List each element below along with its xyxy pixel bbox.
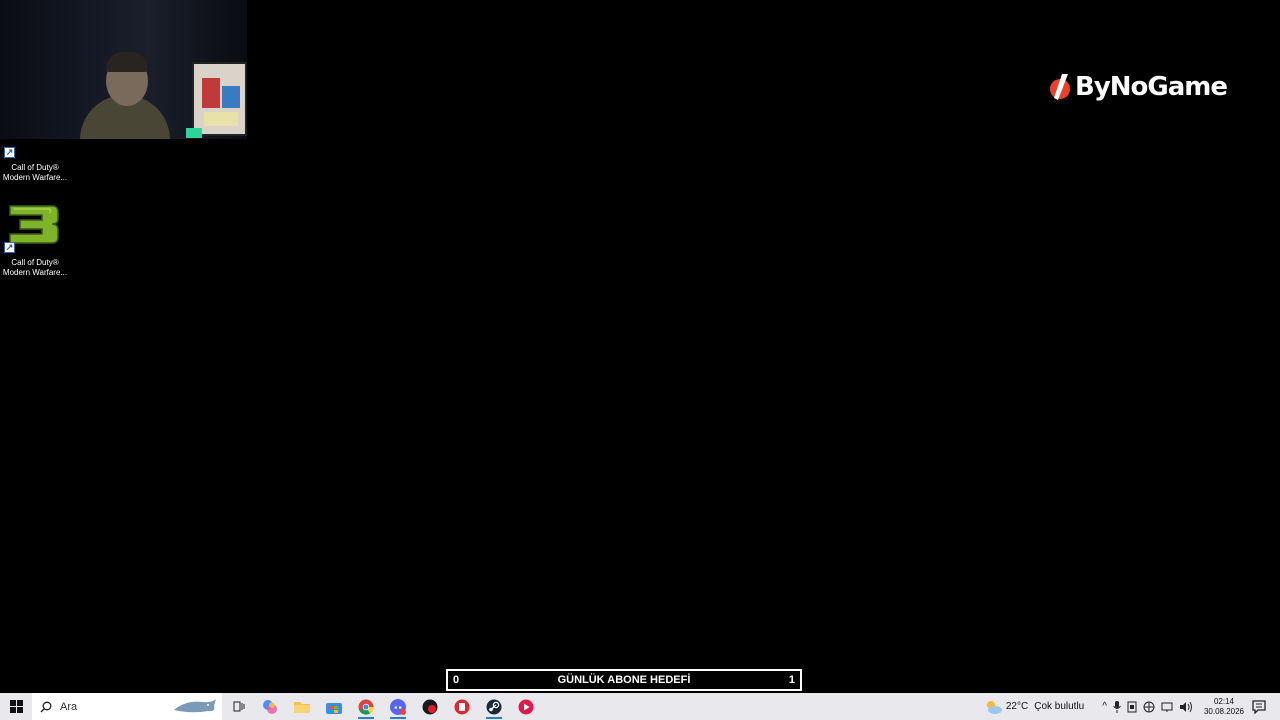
- taskbar: Ara 22°C Çok bulutlu ^ 02:14 30.08.2026: [0, 693, 1280, 720]
- mw3-game-icon[interactable]: [6, 204, 60, 244]
- chrome-button[interactable]: [350, 693, 382, 720]
- whale-shark-icon: [174, 699, 216, 713]
- file-explorer-button[interactable]: [286, 693, 318, 720]
- desktop-icon-cod-mw-2[interactable]: ↗ Call of Duty® Modern Warfare...: [0, 242, 70, 278]
- shortcut-arrow-icon: ↗: [4, 147, 15, 158]
- vpn-network-icon[interactable]: [1143, 701, 1155, 713]
- copilot-icon: [263, 699, 277, 714]
- task-view-icon: [233, 701, 244, 712]
- clock-time: 02:14: [1213, 696, 1234, 706]
- task-view-button[interactable]: [222, 693, 254, 720]
- start-button[interactable]: [0, 693, 32, 720]
- notification-icon[interactable]: [1252, 699, 1266, 714]
- desktop-icon-label-line2: Modern Warfare...: [2, 268, 68, 277]
- store-icon: [326, 702, 342, 714]
- steam-icon: [486, 699, 502, 714]
- goal-target: 1: [788, 674, 795, 686]
- desktop-icon-cod-mw-1[interactable]: ↗ Call of Duty® Modern Warfare...: [0, 147, 70, 183]
- copilot-button[interactable]: [254, 693, 286, 720]
- goal-title: GÜNLÜK ABONE HEDEFİ: [557, 674, 691, 686]
- discord-icon: [390, 698, 406, 715]
- shortcut-arrow-icon: ↗: [4, 242, 15, 253]
- app-button-redblack[interactable]: [414, 693, 446, 720]
- bynogame-logo: ByNoGame: [1049, 70, 1228, 104]
- weather-cloud-icon: [986, 700, 1002, 714]
- background-monitor: [192, 62, 247, 136]
- weather-temp[interactable]: 22°C: [1006, 701, 1028, 712]
- system-tray: 22°C Çok bulutlu ^ 02:14 30.08.2026: [985, 693, 1280, 720]
- chevron-up-icon[interactable]: ^: [1102, 701, 1107, 712]
- bynogame-mark-icon: [1050, 74, 1070, 100]
- app-button-red[interactable]: [446, 693, 478, 720]
- goal-current: 0: [453, 674, 460, 686]
- microphone-icon[interactable]: [1113, 700, 1121, 713]
- subscriber-goal-bar: 0 GÜNLÜK ABONE HEDEFİ 1: [446, 669, 802, 691]
- discord-button[interactable]: [382, 693, 414, 720]
- device-icon[interactable]: [1127, 701, 1137, 713]
- folder-icon: [294, 702, 310, 713]
- steam-button[interactable]: [478, 693, 510, 720]
- weather-desc[interactable]: Çok bulutlu: [1034, 701, 1084, 712]
- media-player-button[interactable]: [510, 693, 542, 720]
- keyboard-glow: [186, 128, 202, 138]
- brand-name: ByNoGame: [1075, 72, 1228, 102]
- play-icon: [518, 699, 534, 714]
- windows-logo-icon: [9, 700, 23, 713]
- clock[interactable]: 02:14 30.08.2026: [1204, 697, 1244, 717]
- volume-icon[interactable]: [1179, 701, 1193, 713]
- person-hair: [106, 52, 148, 72]
- clock-date: 30.08.2026: [1203, 706, 1244, 716]
- store-button[interactable]: [318, 693, 350, 720]
- app-icon: [454, 699, 470, 714]
- webcam-overlay: [0, 0, 247, 139]
- search-icon: [40, 701, 52, 712]
- desktop-icon-label-line1: Call of Duty®: [11, 163, 59, 172]
- taskbar-search[interactable]: Ara: [32, 693, 222, 720]
- chrome-icon: [358, 699, 374, 715]
- desktop-icon-label-line2: Modern Warfare...: [2, 173, 68, 182]
- network-icon[interactable]: [1161, 701, 1173, 713]
- search-placeholder: Ara: [60, 700, 78, 713]
- desktop-icon-label-line1: Call of Duty®: [11, 258, 59, 267]
- app-icon: [422, 699, 438, 714]
